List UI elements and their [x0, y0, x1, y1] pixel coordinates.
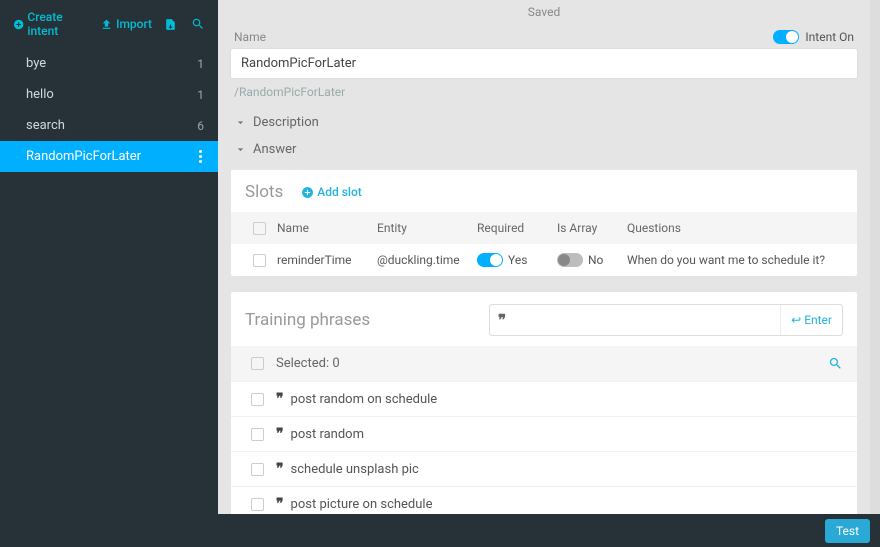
isarray-value: No: [588, 253, 603, 267]
intent-name: search: [26, 118, 65, 133]
slot-name: reminderTime: [277, 253, 377, 267]
export-icon: [164, 18, 177, 31]
selected-count: Selected: 0: [276, 356, 340, 371]
phrase-item[interactable]: ❞ post picture on schedule: [231, 486, 857, 514]
chevron-down-icon: [234, 143, 247, 156]
slot-entity: @duckling.time: [377, 253, 477, 267]
phrase-checkbox[interactable]: [251, 393, 264, 406]
test-button[interactable]: Test: [825, 519, 870, 543]
phrase-input-wrap: ❞ ↩ Enter: [489, 304, 843, 336]
breadcrumb: /RandomPicForLater: [218, 85, 870, 109]
isarray-toggle[interactable]: [557, 253, 583, 267]
sidebar-toolbar: Create intent Import: [0, 0, 218, 48]
name-label: Name: [234, 30, 266, 44]
phrases-title: Training phrases: [245, 310, 475, 330]
answer-expander[interactable]: Answer: [218, 136, 870, 163]
intent-name: bye: [26, 56, 46, 71]
slot-question: When do you want me to schedule it?: [627, 253, 847, 267]
scrollbar[interactable]: [870, 0, 880, 514]
search-icon: [191, 17, 205, 31]
add-slot-label: Add slot: [317, 185, 362, 199]
th-questions: Questions: [627, 221, 847, 235]
quote-icon: ❞: [490, 311, 514, 329]
create-intent-label: Create intent: [27, 10, 88, 38]
intent-count: 6: [197, 119, 204, 133]
required-toggle[interactable]: [477, 253, 503, 267]
quote-icon: ❞: [276, 461, 284, 477]
intent-on-label: Intent On: [805, 30, 854, 44]
plus-circle-icon: [301, 186, 314, 199]
chevron-down-icon: [234, 116, 247, 129]
quote-icon: ❞: [276, 496, 284, 512]
intent-name: hello: [26, 87, 54, 102]
slot-row: reminderTime @duckling.time Yes No When …: [231, 244, 857, 276]
intent-name-input[interactable]: RandomPicForLater: [230, 48, 858, 79]
intent-list: bye 1 hello 1 search 6 RandomPicForLater: [0, 48, 218, 172]
select-all-checkbox[interactable]: [253, 222, 266, 235]
phrases-search-button[interactable]: [828, 356, 843, 371]
import-button[interactable]: Import: [95, 13, 157, 35]
intent-on-toggle[interactable]: [773, 30, 799, 44]
search-icon: [828, 356, 843, 371]
footer: Test: [0, 514, 880, 547]
quote-icon: ❞: [276, 426, 284, 442]
enter-label: Enter: [804, 313, 832, 327]
description-expander[interactable]: Description: [218, 109, 870, 136]
slots-panel: Slots Add slot Name Entity Required Is A…: [230, 169, 858, 277]
sidebar: Create intent Import bye 1 hello 1: [0, 0, 218, 514]
th-isarray: Is Array: [557, 221, 627, 235]
saved-banner: Saved: [218, 0, 870, 24]
phrase-item[interactable]: ❞ post random: [231, 416, 857, 451]
slots-header-row: Name Entity Required Is Array Questions: [231, 212, 857, 244]
th-entity: Entity: [377, 221, 477, 235]
export-button[interactable]: [159, 14, 182, 35]
phrase-checkbox[interactable]: [251, 428, 264, 441]
phrases-select-all-checkbox[interactable]: [251, 357, 264, 370]
sidebar-search-button[interactable]: [186, 13, 210, 35]
import-label: Import: [116, 17, 152, 31]
enter-arrow-icon: ↩: [791, 313, 801, 327]
phrases-selection-bar: Selected: 0: [231, 346, 857, 381]
create-intent-button[interactable]: Create intent: [8, 6, 93, 42]
th-name: Name: [277, 221, 377, 235]
intent-item-bye[interactable]: bye 1: [0, 48, 218, 79]
add-slot-button[interactable]: Add slot: [301, 185, 362, 199]
phrase-checkbox[interactable]: [251, 463, 264, 476]
intent-item-search[interactable]: search 6: [0, 110, 218, 141]
intent-count: 1: [197, 57, 204, 71]
phrase-input[interactable]: [514, 307, 780, 334]
quote-icon: ❞: [276, 391, 284, 407]
phrase-item[interactable]: ❞ post random on schedule: [231, 381, 857, 416]
intent-item-randompicforlater[interactable]: RandomPicForLater: [0, 141, 218, 172]
upload-icon: [100, 18, 113, 31]
intent-name: RandomPicForLater: [26, 149, 141, 164]
slot-checkbox[interactable]: [253, 254, 266, 267]
phrase-enter-button[interactable]: ↩ Enter: [780, 305, 842, 335]
plus-circle-icon: [13, 18, 24, 31]
phrase-item[interactable]: ❞ schedule unsplash pic: [231, 451, 857, 486]
phrase-text: schedule unsplash pic: [291, 462, 419, 477]
main-content: Saved Name Intent On RandomPicForLater /…: [218, 0, 870, 514]
phrase-text: post picture on schedule: [291, 497, 433, 512]
description-label: Description: [253, 115, 319, 130]
phrase-text: post random on schedule: [291, 392, 438, 407]
training-phrases-panel: Training phrases ❞ ↩ Enter Selected: 0: [230, 291, 858, 514]
answer-label: Answer: [253, 142, 296, 157]
th-required: Required: [477, 221, 557, 235]
phrase-checkbox[interactable]: [251, 498, 264, 511]
intent-count: 1: [197, 88, 204, 102]
slots-title: Slots: [245, 182, 283, 202]
more-icon[interactable]: [197, 150, 204, 163]
required-value: Yes: [508, 253, 527, 267]
intent-item-hello[interactable]: hello 1: [0, 79, 218, 110]
phrase-text: post random: [291, 427, 364, 442]
